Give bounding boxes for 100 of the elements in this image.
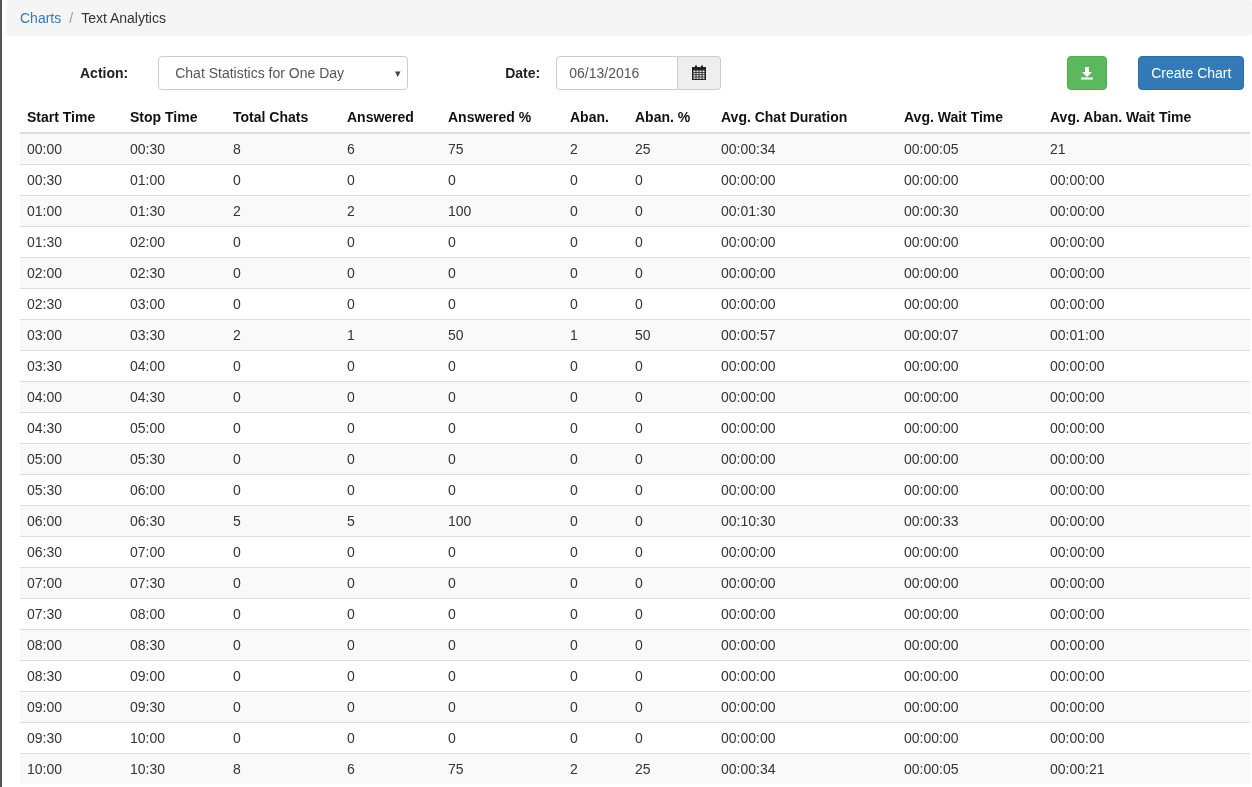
table-cell: 2 bbox=[226, 319, 340, 351]
date-input[interactable]: 06/13/2016 bbox=[556, 56, 679, 90]
table-cell: 0 bbox=[226, 691, 340, 723]
table-cell: 1 bbox=[563, 319, 628, 351]
table-cell: 5 bbox=[340, 505, 441, 537]
table-cell: 5 bbox=[226, 505, 340, 537]
table-cell: 0 bbox=[441, 257, 563, 289]
table-cell: 00:00:00 bbox=[714, 567, 897, 599]
table-cell: 08:30 bbox=[123, 629, 226, 661]
table-cell: 6 bbox=[340, 753, 441, 784]
table-cell: 0 bbox=[628, 505, 714, 537]
table-cell: 07:30 bbox=[123, 567, 226, 599]
table-cell: 0 bbox=[226, 443, 340, 475]
table-cell: 01:00 bbox=[20, 195, 123, 227]
table-cell: 00:00:00 bbox=[1043, 381, 1250, 413]
table-cell: 00:00:00 bbox=[897, 629, 1043, 661]
table-cell: 00:00:00 bbox=[714, 257, 897, 289]
table-cell: 100 bbox=[441, 195, 563, 227]
table-cell: 00:00:00 bbox=[1043, 505, 1250, 537]
table-cell: 00:00:00 bbox=[1043, 443, 1250, 475]
table-cell: 0 bbox=[340, 443, 441, 475]
table-cell: 0 bbox=[628, 691, 714, 723]
breadcrumb-separator: / bbox=[69, 10, 74, 26]
table-cell: 25 bbox=[628, 133, 714, 165]
table-cell: 0 bbox=[340, 691, 441, 723]
table-cell: 09:30 bbox=[123, 691, 226, 723]
table-cell: 0 bbox=[628, 195, 714, 227]
table-cell: 1 bbox=[340, 319, 441, 351]
table-cell: 0 bbox=[441, 443, 563, 475]
table-cell: 00:00:33 bbox=[897, 505, 1043, 537]
table-cell: 03:30 bbox=[123, 319, 226, 351]
table-cell: 0 bbox=[340, 629, 441, 661]
table-cell: 00:00:05 bbox=[897, 133, 1043, 165]
calendar-button[interactable] bbox=[678, 56, 722, 90]
table-cell: 00:00:21 bbox=[1043, 753, 1250, 784]
table-cell: 0 bbox=[563, 505, 628, 537]
table-cell: 00:00:00 bbox=[897, 443, 1043, 475]
table-cell: 21 bbox=[1043, 133, 1250, 165]
table-cell: 50 bbox=[441, 319, 563, 351]
table-cell: 02:00 bbox=[20, 257, 123, 289]
table-cell: 07:00 bbox=[20, 567, 123, 599]
table-cell: 00:00:00 bbox=[1043, 567, 1250, 599]
table-cell: 01:30 bbox=[123, 195, 226, 227]
table-cell: 0 bbox=[340, 567, 441, 599]
table-cell: 00:00:00 bbox=[1043, 629, 1250, 661]
table-cell: 00:00:00 bbox=[714, 381, 897, 413]
table-cell: 00:00:00 bbox=[1043, 195, 1250, 227]
table-cell: 00:00:00 bbox=[714, 629, 897, 661]
table-cell: 09:00 bbox=[20, 691, 123, 723]
table-cell: 0 bbox=[340, 381, 441, 413]
breadcrumb-link[interactable]: Charts bbox=[20, 10, 62, 26]
create-chart-button[interactable]: Create Chart bbox=[1138, 56, 1245, 90]
table-cell: 00:00:00 bbox=[1043, 691, 1250, 723]
table-cell: 0 bbox=[226, 381, 340, 413]
table-cell: 0 bbox=[441, 567, 563, 599]
table-cell: 0 bbox=[226, 629, 340, 661]
table-cell: 0 bbox=[628, 381, 714, 413]
table-cell: 2 bbox=[340, 195, 441, 227]
table-cell: 0 bbox=[563, 381, 628, 413]
table-cell: 2 bbox=[563, 133, 628, 165]
table-cell: 00:00:30 bbox=[897, 195, 1043, 227]
table-cell: 00:00:00 bbox=[897, 691, 1043, 723]
download-icon bbox=[1080, 66, 1095, 80]
action-select[interactable]: Chat Statistics for One Day ▾ bbox=[158, 56, 409, 90]
table-cell: 0 bbox=[563, 195, 628, 227]
table-cell: 06:00 bbox=[20, 505, 123, 537]
table-cell: 0 bbox=[441, 629, 563, 661]
table-cell: 00:00:07 bbox=[897, 319, 1043, 351]
table-cell: 0 bbox=[628, 567, 714, 599]
table-cell: 75 bbox=[441, 753, 563, 784]
table-cell: 00:10:30 bbox=[714, 505, 897, 537]
table-cell: 05:30 bbox=[123, 443, 226, 475]
table-cell: 0 bbox=[563, 691, 628, 723]
table-cell: 00:01:00 bbox=[1043, 319, 1250, 351]
table-cell: 0 bbox=[563, 257, 628, 289]
table-cell: 00:01:30 bbox=[714, 195, 897, 227]
table-cell: 0 bbox=[340, 257, 441, 289]
table-cell: 50 bbox=[628, 319, 714, 351]
table-cell: 00:00 bbox=[20, 133, 123, 165]
table-cell: 100 bbox=[441, 505, 563, 537]
table-cell: 10:30 bbox=[123, 753, 226, 784]
table-cell: 0 bbox=[441, 381, 563, 413]
download-button[interactable] bbox=[1067, 56, 1108, 90]
table-cell: 75 bbox=[441, 133, 563, 165]
table-cell: 8 bbox=[226, 133, 340, 165]
table-cell: 00:00:34 bbox=[714, 133, 897, 165]
table-cell: 0 bbox=[563, 629, 628, 661]
table-cell: 0 bbox=[226, 257, 340, 289]
table-cell: 25 bbox=[628, 753, 714, 784]
table-cell: 0 bbox=[628, 629, 714, 661]
table-cell: 2 bbox=[226, 195, 340, 227]
table-cell: 10:00 bbox=[20, 753, 123, 784]
table-cell: 0 bbox=[441, 691, 563, 723]
table-cell: 00:00:34 bbox=[714, 753, 897, 784]
table-cell: 04:00 bbox=[20, 381, 123, 413]
table-cell: 05:00 bbox=[20, 443, 123, 475]
table-cell: 0 bbox=[563, 443, 628, 475]
table-cell: 6 bbox=[340, 133, 441, 165]
table-cell: 00:00:05 bbox=[897, 753, 1043, 784]
table-cell: 00:00:00 bbox=[897, 567, 1043, 599]
